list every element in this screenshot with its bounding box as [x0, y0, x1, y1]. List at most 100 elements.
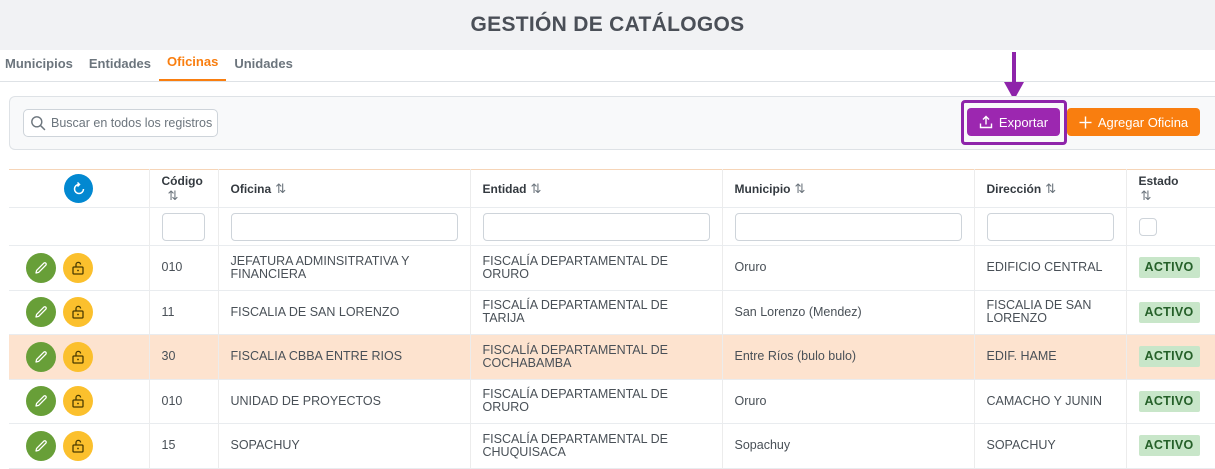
- cell-municipio: San Lorenzo (Mendez): [722, 290, 975, 335]
- edit-button[interactable]: [26, 297, 56, 328]
- tab-bar: Municipios Entidades Oficinas Unidades: [0, 50, 1215, 82]
- refresh-icon: [73, 181, 84, 194]
- header-direccion[interactable]: Dirección ⇅: [974, 169, 1127, 208]
- filter-estado-checkbox[interactable]: [1138, 217, 1157, 236]
- pencil-icon: [35, 395, 47, 407]
- header-actions: [9, 169, 150, 208]
- unlock-button[interactable]: [63, 297, 93, 328]
- tab-entidades[interactable]: Entidades: [81, 49, 159, 81]
- cell-oficina: FISCALIA CBBA ENTRE RIOS: [218, 334, 471, 380]
- header-direccion-label: Dirección: [986, 181, 1042, 196]
- unlock-button[interactable]: [63, 252, 93, 283]
- cell-municipio: Entre Ríos (bulo bulo): [722, 334, 975, 380]
- unlock-button[interactable]: [63, 341, 93, 372]
- cell-entidad: FISCALÍA DEPARTAMENTAL DE CHUQUISACA: [470, 423, 723, 469]
- arrow-down-icon: [1004, 52, 1024, 100]
- header-codigo[interactable]: Código ⇅: [149, 169, 219, 208]
- pencil-icon: [35, 306, 47, 318]
- cell-oficina: SOPACHUY: [218, 423, 471, 469]
- offices-table: Código ⇅ Oficina ⇅ Entidad ⇅ Municipio ⇅ Di…: [9, 169, 1215, 469]
- edit-button[interactable]: [26, 341, 56, 372]
- upload-icon: [979, 115, 993, 129]
- table-row[interactable]: 010 JEFATURA ADMINSITRATIVA Y FINANCIERA…: [9, 245, 1215, 291]
- edit-button[interactable]: [26, 386, 56, 417]
- filter-municipio-cell: [722, 207, 975, 246]
- page-title: GESTIÓN DE CATÁLOGOS: [470, 13, 745, 36]
- header-entidad[interactable]: Entidad ⇅: [470, 169, 723, 208]
- status-badge: ACTIVO: [1138, 390, 1200, 412]
- tab-oficinas[interactable]: Oficinas: [159, 49, 227, 81]
- cell-entidad: FISCALÍA DEPARTAMENTAL DE COCHABAMBA: [470, 334, 723, 380]
- edit-button[interactable]: [26, 430, 56, 461]
- filter-actions-cell: [9, 207, 150, 246]
- unlock-icon: [72, 350, 84, 364]
- pencil-icon: [35, 350, 47, 363]
- row-actions: [9, 423, 150, 469]
- cell-estado: ACTIVO: [1126, 290, 1215, 335]
- table-row[interactable]: 010 UNIDAD DE PROYECTOS FISCALÍA DEPARTA…: [9, 379, 1215, 424]
- cell-codigo: 010: [149, 245, 219, 291]
- unlock-icon: [72, 261, 84, 275]
- search-input[interactable]: [51, 116, 216, 130]
- filter-codigo-input[interactable]: [161, 212, 205, 241]
- refresh-button[interactable]: [64, 174, 94, 203]
- filter-codigo-cell: [149, 207, 219, 246]
- cell-municipio: Oruro: [722, 245, 975, 291]
- cell-codigo: 15: [149, 423, 219, 469]
- pencil-icon: [35, 261, 47, 274]
- cell-estado: ACTIVO: [1126, 379, 1215, 424]
- cell-estado: ACTIVO: [1126, 423, 1215, 469]
- sort-icon[interactable]: ⇅: [168, 188, 179, 203]
- edit-button[interactable]: [26, 252, 56, 283]
- cell-direccion: FISCALIA DE SAN LORENZO: [974, 290, 1127, 335]
- table-row[interactable]: 30 FISCALIA CBBA ENTRE RIOS FISCALÍA DEP…: [9, 334, 1215, 380]
- sort-icon[interactable]: ⇅: [1045, 181, 1056, 196]
- unlock-button[interactable]: [63, 430, 93, 461]
- page-header: GESTIÓN DE CATÁLOGOS: [0, 0, 1215, 50]
- filter-oficina-cell: [218, 207, 471, 246]
- export-button[interactable]: Exportar: [967, 108, 1060, 136]
- row-actions: [9, 334, 150, 380]
- cell-entidad: FISCALÍA DEPARTAMENTAL DE ORURO: [470, 245, 723, 291]
- table-row[interactable]: 15 SOPACHUY FISCALÍA DEPARTAMENTAL DE CH…: [9, 423, 1215, 469]
- filter-estado-cell: [1126, 207, 1215, 246]
- cell-entidad: FISCALÍA DEPARTAMENTAL DE ORURO: [470, 379, 723, 424]
- sort-icon[interactable]: ⇅: [531, 181, 542, 196]
- cell-estado: ACTIVO: [1126, 334, 1215, 380]
- row-actions: [9, 379, 150, 424]
- row-actions: [9, 245, 150, 291]
- status-badge: ACTIVO: [1138, 435, 1200, 457]
- status-badge: ACTIVO: [1138, 257, 1200, 279]
- tab-unidades[interactable]: Unidades: [226, 49, 301, 81]
- filter-entidad-input[interactable]: [482, 212, 710, 241]
- filter-municipio-input[interactable]: [734, 212, 962, 241]
- cell-entidad: FISCALÍA DEPARTAMENTAL DE TARIJA: [470, 290, 723, 335]
- cell-oficina: UNIDAD DE PROYECTOS: [218, 379, 471, 424]
- header-entidad-label: Entidad: [482, 181, 527, 196]
- table-row[interactable]: 11 FISCALIA DE SAN LORENZO FISCALÍA DEPA…: [9, 290, 1215, 335]
- cell-direccion: EDIF. HAME: [974, 334, 1127, 380]
- search-icon: [31, 116, 46, 131]
- cell-oficina: FISCALIA DE SAN LORENZO: [218, 290, 471, 335]
- plus-icon: [1079, 116, 1092, 128]
- filter-entidad-cell: [470, 207, 723, 246]
- sort-icon[interactable]: ⇅: [1141, 188, 1152, 203]
- pencil-icon: [35, 439, 47, 452]
- header-oficina[interactable]: Oficina ⇅: [218, 169, 471, 208]
- filter-direccion-cell: [974, 207, 1127, 246]
- header-municipio[interactable]: Municipio ⇅: [722, 169, 975, 208]
- unlock-icon: [72, 305, 84, 319]
- header-municipio-label: Municipio: [734, 181, 791, 196]
- filter-oficina-input[interactable]: [230, 212, 458, 241]
- sort-icon[interactable]: ⇅: [275, 181, 286, 196]
- header-estado[interactable]: Estado ⇅: [1126, 169, 1215, 208]
- search-box: [23, 109, 218, 137]
- cell-municipio: Oruro: [722, 379, 975, 424]
- add-office-button[interactable]: Agregar Oficina: [1067, 108, 1200, 136]
- sort-icon[interactable]: ⇅: [795, 181, 806, 196]
- tab-municipios[interactable]: Municipios: [0, 49, 81, 81]
- cell-direccion: EDIFICIO CENTRAL: [974, 245, 1127, 291]
- unlock-button[interactable]: [63, 386, 93, 417]
- cell-codigo: 010: [149, 379, 219, 424]
- filter-direccion-input[interactable]: [986, 212, 1114, 241]
